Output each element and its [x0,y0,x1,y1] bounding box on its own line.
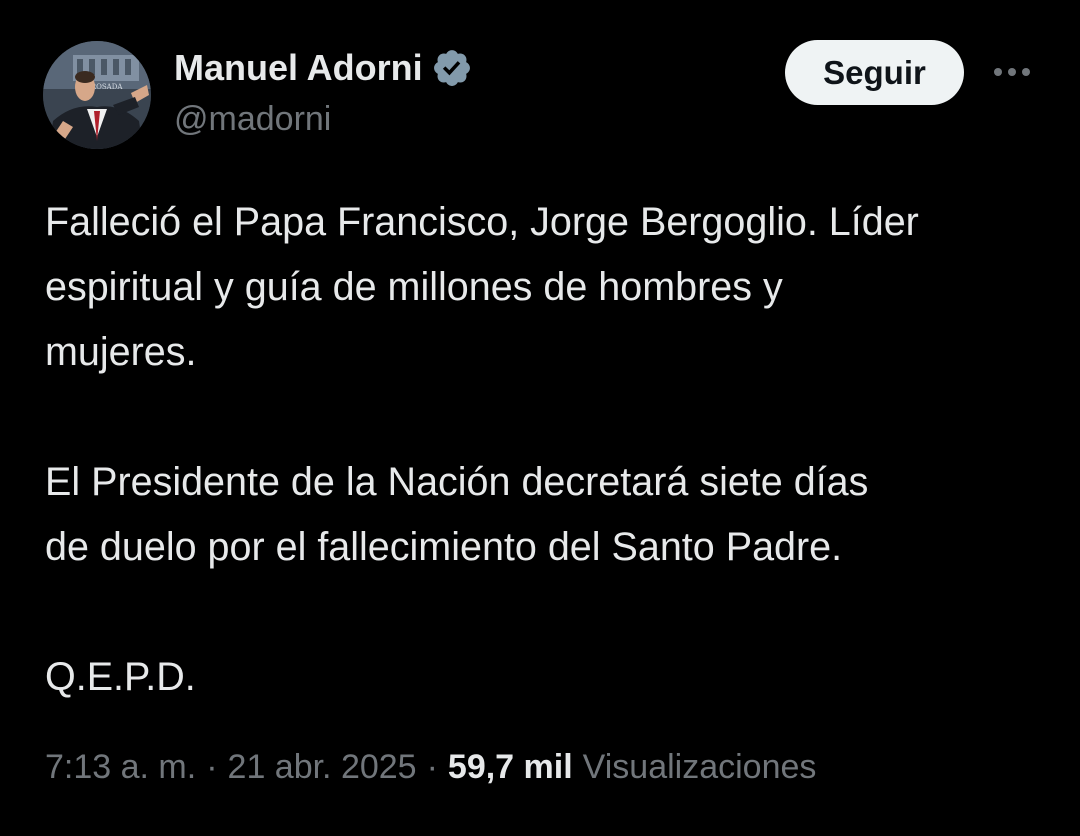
verified-badge-icon [431,47,473,89]
tweet-paragraph: Q.E.P.D. [45,655,196,699]
author-handle[interactable]: @madorni [174,100,331,139]
author-display-name[interactable]: Manuel Adorni [174,47,423,89]
tweet-meta: 7:13 a. m. · 21 abr. 2025 · 59,7 mil Vis… [45,748,816,787]
follow-button[interactable]: Seguir [785,40,964,105]
tweet-time[interactable]: 7:13 a. m. [45,748,196,787]
meta-separator: · [426,748,438,786]
views-count[interactable]: 59,7 mil [448,748,573,787]
author-name-row: Manuel Adorni [174,46,473,90]
meta-separator: · [206,748,218,786]
more-options-icon[interactable] [988,50,1036,94]
tweet-paragraph: El Presidente de la Nación decretará sie… [45,460,869,569]
tweet-card: A ROSADA Manuel Adorni @madorni Seguir F… [0,0,1080,836]
avatar-image: A ROSADA [43,41,151,149]
tweet-date[interactable]: 21 abr. 2025 [228,748,417,787]
views-label: Visualizaciones [582,748,817,786]
tweet-text: Falleció el Papa Francisco, Jorge Bergog… [45,190,1045,710]
tweet-paragraph: Falleció el Papa Francisco, Jorge Bergog… [45,200,919,374]
avatar[interactable]: A ROSADA [43,41,151,149]
